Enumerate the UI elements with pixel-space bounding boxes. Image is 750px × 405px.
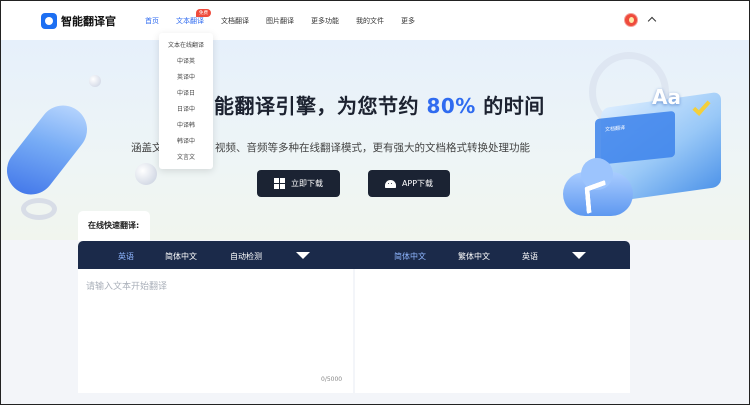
document-card-illustration: 文档翻译 — [595, 110, 675, 166]
source-lang-dropdown-icon[interactable] — [296, 252, 310, 259]
download-button[interactable]: 立即下载 — [257, 170, 340, 197]
android-icon — [384, 179, 396, 188]
logo-icon — [41, 13, 57, 29]
nav-more-features[interactable]: 更多功能 — [311, 16, 339, 26]
small-sphere-decoration — [89, 75, 101, 87]
sphere-decoration — [135, 163, 157, 185]
hero-title-percentage: 80% — [426, 94, 476, 118]
text-translate-dropdown: 文本在线翻译 中译英 英译中 中译日 日译中 中译韩 韩译中 文言文 — [159, 33, 213, 169]
target-lang-simplified-chinese[interactable]: 简体中文 — [394, 251, 426, 262]
source-text-pane — [78, 269, 353, 393]
target-lang-dropdown-icon[interactable] — [572, 252, 586, 259]
app-download-button[interactable]: APP下载 — [368, 170, 450, 197]
glass-pill-decoration — [1, 95, 97, 205]
app-download-button-label: APP下载 — [401, 179, 434, 188]
chevron-up-icon[interactable] — [647, 16, 657, 26]
dropdown-item-zh-en[interactable]: 中译英 — [159, 56, 213, 65]
source-text-input[interactable] — [78, 269, 353, 393]
dropdown-item-zh-ko[interactable]: 中译韩 — [159, 120, 213, 129]
main-nav: 首页 文本翻译 免费 文档翻译 图片翻译 更多功能 我的文件 更多 — [145, 9, 432, 26]
app-logo[interactable]: 智能翻译官 — [41, 13, 116, 29]
quick-translate-label: 在线快速翻译: — [78, 211, 150, 241]
windows-icon — [274, 178, 285, 189]
coil-decoration — [21, 198, 57, 220]
dropdown-item-en-zh[interactable]: 英译中 — [159, 72, 213, 81]
nav-more[interactable]: 更多 — [401, 16, 415, 26]
nav-my-files[interactable]: 我的文件 — [356, 16, 384, 26]
app-name: 智能翻译官 — [61, 15, 116, 28]
free-badge: 免费 — [196, 9, 211, 17]
nav-text-translate[interactable]: 文本翻译 免费 — [176, 9, 211, 26]
dropdown-item-zh-ja[interactable]: 中译日 — [159, 88, 213, 97]
user-avatar[interactable] — [624, 13, 638, 27]
language-bar: 英语 简体中文 自动检测 简体中文 繁体中文 英语 — [78, 241, 630, 269]
source-lang-simplified-chinese[interactable]: 简体中文 — [165, 251, 197, 262]
page-frame: 文档翻译 Aa 能翻译引擎，为您节约 80% 的时间 涵盖文本、图片、视频、音频… — [0, 0, 750, 405]
dropdown-item-ja-zh[interactable]: 日译中 — [159, 104, 213, 113]
hero-banner: 文档翻译 Aa 能翻译引擎，为您节约 80% 的时间 涵盖文本、图片、视频、音频… — [1, 40, 749, 240]
dropdown-item-online-text[interactable]: 文本在线翻译 — [159, 40, 213, 49]
dropdown-item-ko-zh[interactable]: 韩译中 — [159, 136, 213, 145]
target-lang-traditional-chinese[interactable]: 繁体中文 — [458, 251, 490, 262]
character-count: 0/5000 — [321, 376, 343, 383]
nav-text-translate-label: 文本翻译 — [176, 17, 204, 25]
hero-title: 能翻译引擎，为您节约 80% 的时间 — [214, 90, 545, 119]
source-lang-auto-detect[interactable]: 自动检测 — [230, 251, 262, 262]
target-lang-english[interactable]: 英语 — [522, 251, 538, 262]
nav-home[interactable]: 首页 — [145, 16, 159, 26]
font-aa-illustration: Aa — [652, 85, 681, 109]
download-button-label: 立即下载 — [291, 179, 323, 188]
nav-document-translate[interactable]: 文档翻译 — [221, 16, 249, 26]
dropdown-item-classical[interactable]: 文言文 — [159, 152, 213, 161]
top-navigation-bar: 智能翻译官 首页 文本翻译 免费 文档翻译 图片翻译 更多功能 我的文件 更多 — [1, 1, 749, 40]
hero-title-prefix: 能翻译引擎，为您节约 — [214, 94, 427, 118]
target-text-pane — [355, 269, 630, 393]
nav-image-translate[interactable]: 图片翻译 — [266, 16, 294, 26]
source-lang-english[interactable]: 英语 — [118, 251, 134, 262]
hero-title-suffix: 的时间 — [475, 94, 545, 118]
